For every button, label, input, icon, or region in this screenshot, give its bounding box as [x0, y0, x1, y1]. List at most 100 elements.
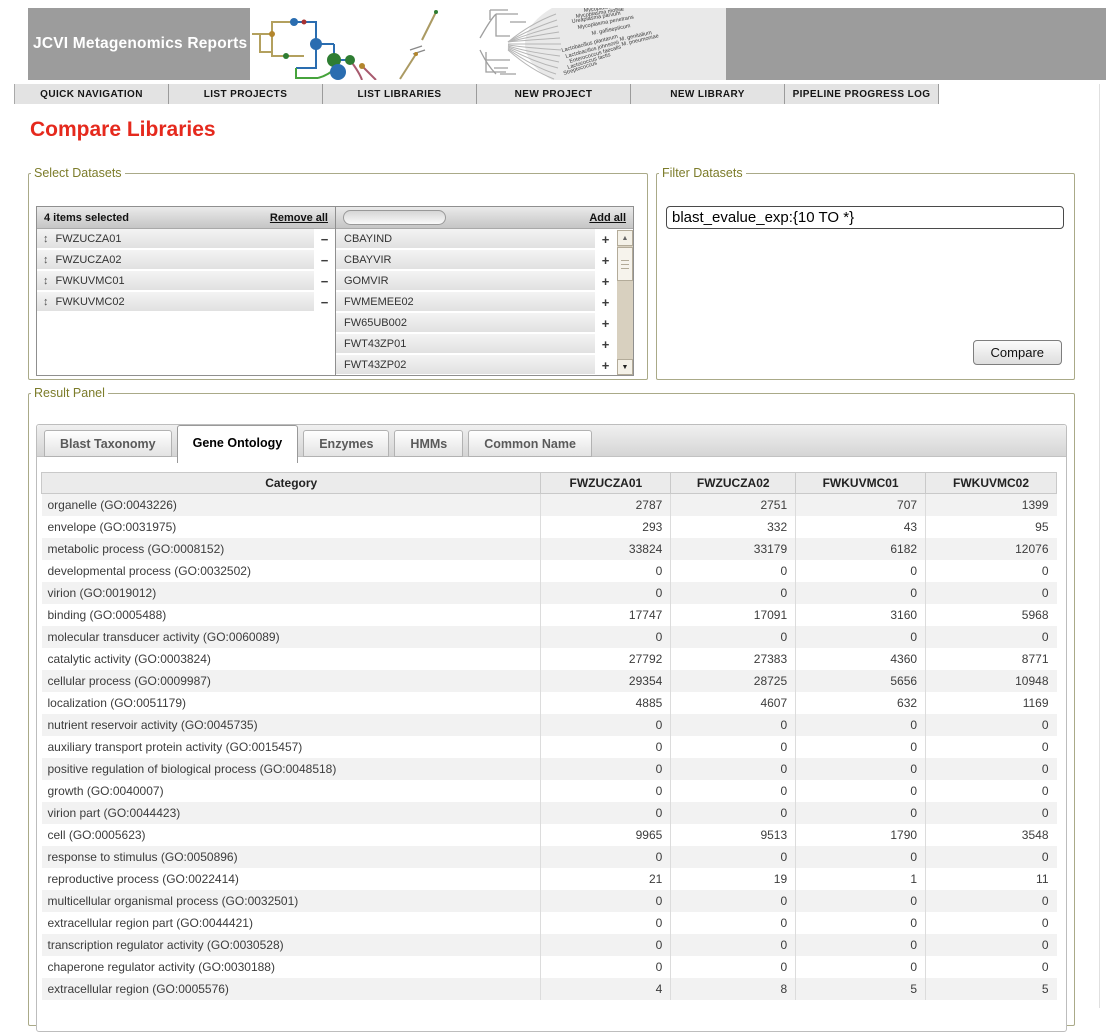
nav-tab-list-projects[interactable]: LIST PROJECTS	[169, 84, 323, 104]
available-dataset-row: FWT43ZP02 +	[336, 355, 616, 376]
selected-dataset-stripe: ↕FWKUVMC01	[37, 271, 314, 292]
app-title: JCVI Metagenomics Reports	[33, 8, 247, 80]
remove-all-link[interactable]: Remove all	[270, 212, 328, 224]
value-cell: 5656	[796, 670, 926, 692]
value-cell: 3160	[796, 604, 926, 626]
value-cell: 43	[796, 516, 926, 538]
table-row: molecular transducer activity (GO:006008…	[42, 626, 1057, 648]
value-cell: 4	[541, 978, 671, 1000]
go-table: CategoryFWZUCZA01FWZUCZA02FWKUVMC01FWKUV…	[41, 472, 1057, 1000]
value-cell: 0	[796, 714, 926, 736]
category-cell: growth (GO:0040007)	[42, 780, 541, 802]
nav-tab-new-library[interactable]: NEW LIBRARY	[631, 84, 785, 104]
nav-tab-new-project[interactable]: NEW PROJECT	[477, 84, 631, 104]
value-cell: 0	[796, 560, 926, 582]
tab-common-name[interactable]: Common Name	[468, 430, 592, 457]
dataset-name: FWT43ZP02	[344, 359, 406, 371]
available-dataset-stripe: GOMVIR	[336, 271, 595, 292]
category-cell: positive regulation of biological proces…	[42, 758, 541, 780]
value-cell: 0	[541, 912, 671, 934]
filter-datasets-legend: Filter Datasets	[659, 166, 746, 180]
value-cell: 29354	[541, 670, 671, 692]
value-cell: 0	[541, 802, 671, 824]
value-cell: 2751	[671, 494, 796, 517]
nav-tab-quick-navigation[interactable]: QUICK NAVIGATION	[15, 84, 169, 104]
value-cell: 0	[541, 780, 671, 802]
header-banner: JCVI Metagenomics Reports	[28, 8, 1106, 80]
drag-handle-icon[interactable]: ↕	[43, 275, 49, 287]
value-cell: 0	[926, 714, 1057, 736]
selected-dataset-row: ↕FWKUVMC02−	[37, 292, 335, 313]
add-dataset-icon[interactable]: +	[595, 250, 616, 271]
nav-tab-pipeline-progress-log[interactable]: PIPELINE PROGRESS LOG	[785, 84, 939, 104]
column-header-fwzucza02: FWZUCZA02	[671, 473, 796, 494]
category-cell: virion (GO:0019012)	[42, 582, 541, 604]
selected-rows: ↕FWZUCZA01−↕FWZUCZA02−↕FWKUVMC01−↕FWKUVM…	[37, 229, 335, 313]
category-cell: molecular transducer activity (GO:006008…	[42, 626, 541, 648]
value-cell: 33824	[541, 538, 671, 560]
value-cell: 10948	[926, 670, 1057, 692]
value-cell: 0	[926, 736, 1057, 758]
dataset-name: FW65UB002	[344, 317, 407, 329]
dataset-name: FWZUCZA02	[56, 254, 122, 266]
value-cell: 12076	[926, 538, 1057, 560]
value-cell: 293	[541, 516, 671, 538]
table-row: catalytic activity (GO:0003824)277922738…	[42, 648, 1057, 670]
remove-dataset-icon[interactable]: −	[314, 229, 335, 250]
drag-handle-icon[interactable]: ↕	[43, 296, 49, 308]
scroll-up-icon[interactable]: ▲	[617, 230, 633, 246]
remove-dataset-icon[interactable]: −	[314, 292, 335, 313]
scrollbar-thumb[interactable]	[617, 247, 633, 281]
category-cell: virion part (GO:0044423)	[42, 802, 541, 824]
scroll-down-icon[interactable]: ▼	[617, 359, 633, 375]
remove-dataset-icon[interactable]: −	[314, 250, 335, 271]
value-cell: 0	[926, 560, 1057, 582]
selected-dataset-row: ↕ FWZUCZA02 −	[37, 250, 335, 271]
table-row: reproductive process (GO:0022414)2119111	[42, 868, 1057, 890]
available-list-header: Add all	[336, 207, 633, 229]
add-dataset-icon[interactable]: +	[595, 334, 616, 355]
value-cell: 27792	[541, 648, 671, 670]
selected-count-label: 4 items selected	[44, 212, 129, 224]
add-dataset-icon[interactable]: +	[595, 271, 616, 292]
tab-blast-taxonomy[interactable]: Blast Taxonomy	[44, 430, 172, 457]
drag-handle-icon[interactable]: ↕	[43, 233, 49, 245]
value-cell: 0	[541, 582, 671, 604]
value-cell: 0	[541, 758, 671, 780]
add-all-link[interactable]: Add all	[589, 212, 626, 224]
tab-enzymes[interactable]: Enzymes	[303, 430, 389, 457]
value-cell: 8	[671, 978, 796, 1000]
tab-gene-ontology[interactable]: Gene Ontology	[177, 425, 299, 463]
table-row: positive regulation of biological proces…	[42, 758, 1057, 780]
table-row: multicellular organismal process (GO:003…	[42, 890, 1057, 912]
window-edge-line	[1099, 84, 1100, 1008]
add-dataset-icon[interactable]: +	[595, 355, 616, 376]
drag-handle-icon[interactable]: ↕	[43, 254, 49, 266]
tab-hmms[interactable]: HMMs	[394, 430, 463, 457]
dataset-dual-list: 4 items selected Remove all ↕FWZUCZA01−↕…	[36, 206, 634, 376]
compare-button[interactable]: Compare	[973, 340, 1062, 365]
category-cell: multicellular organismal process (GO:003…	[42, 890, 541, 912]
dataset-name: CBAYIND	[344, 233, 392, 245]
add-dataset-icon[interactable]: +	[595, 292, 616, 313]
value-cell: 11	[926, 868, 1057, 890]
value-cell: 0	[796, 846, 926, 868]
add-dataset-icon[interactable]: +	[595, 313, 616, 334]
select-datasets-fieldset: Select Datasets 4 items selected Remove …	[28, 166, 648, 380]
table-row: developmental process (GO:0032502)0000	[42, 560, 1057, 582]
value-cell: 28725	[671, 670, 796, 692]
value-cell: 0	[671, 560, 796, 582]
value-cell: 0	[926, 846, 1057, 868]
value-cell: 17747	[541, 604, 671, 626]
table-row: extracellular region part (GO:0044421)00…	[42, 912, 1057, 934]
add-dataset-icon[interactable]: +	[595, 229, 616, 250]
filter-query-input[interactable]	[666, 206, 1064, 229]
tree-species-labels: Mycoplasma pulmonisMycoplasma mobileUrea…	[558, 9, 723, 77]
value-cell: 0	[541, 956, 671, 978]
category-cell: extracellular region (GO:0005576)	[42, 978, 541, 1000]
list-scrollbar[interactable]: ▲ ▼	[617, 230, 633, 375]
dataset-search-input[interactable]	[343, 210, 446, 225]
remove-dataset-icon[interactable]: −	[314, 271, 335, 292]
nav-tab-list-libraries[interactable]: LIST LIBRARIES	[323, 84, 477, 104]
dataset-name: CBAYVIR	[344, 254, 391, 266]
